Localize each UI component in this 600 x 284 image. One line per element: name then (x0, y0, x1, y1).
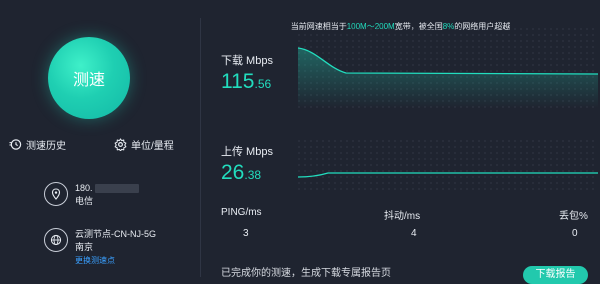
ping-value: 3 (243, 228, 249, 239)
jitter-value: 4 (411, 228, 417, 239)
node-info: 云测节点-CN-NJ-5G 南京 更换测速点 (44, 228, 156, 267)
results-panel: 当前网速相当于100M～200M宽带，被全国8%的网络用户超越 下载 Mbps … (201, 0, 600, 284)
globe-icon (44, 228, 68, 252)
download-label: 下载 Mbps (221, 55, 273, 67)
ip-mask (94, 184, 139, 193)
node-city: 南京 (75, 242, 94, 252)
history-icon (9, 139, 22, 150)
upload-label: 上传 Mbps (221, 146, 273, 158)
download-speed: 115.56 (221, 70, 271, 94)
upload-speed-int: 26 (221, 161, 245, 184)
ip-address: 180. (75, 183, 93, 193)
unit-label: 单位/量程 (131, 141, 174, 152)
ip-info: 180. 电信 (44, 182, 139, 208)
download-speed-int: 115 (221, 70, 255, 93)
packet-loss-value: 0 (572, 228, 578, 239)
isp-name: 电信 (75, 196, 94, 206)
speed-history-link[interactable]: 测速历史 (9, 137, 66, 152)
download-report-button[interactable]: 下载报告 (523, 266, 588, 284)
ping-label: PING/ms (221, 207, 262, 218)
download-speed-dec: .56 (254, 77, 272, 91)
upload-speed-graph (298, 140, 598, 190)
download-speed-graph (298, 28, 598, 108)
start-speed-test-button[interactable]: 测速 (48, 37, 130, 119)
packet-loss-label: 丢包% (559, 211, 588, 222)
speed-button-label: 测速 (72, 72, 105, 89)
upload-speed: 26.38 (221, 161, 261, 185)
node-name: 云测节点-CN-NJ-5G (75, 229, 156, 239)
change-node-link[interactable]: 更换测速点 (75, 254, 156, 267)
left-panel: 测速 测速历史 单位/量程 180. 电信 云测节点-CN-NJ-5G 南京 更… (0, 0, 200, 277)
gear-icon (114, 138, 127, 151)
unit-range-link[interactable]: 单位/量程 (114, 137, 174, 152)
history-label: 测速历史 (26, 141, 66, 152)
location-pin-icon (44, 182, 68, 206)
jitter-label: 抖动/ms (384, 211, 421, 222)
upload-speed-dec: .38 (244, 168, 262, 182)
